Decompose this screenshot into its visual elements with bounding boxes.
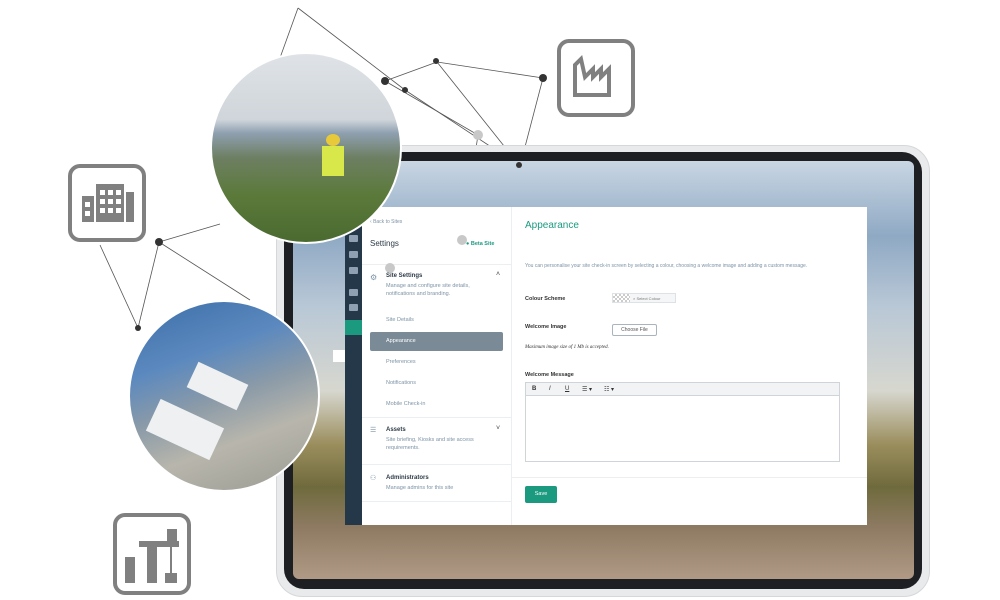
section-description: Manage and configure site details, notif… bbox=[386, 283, 470, 297]
chevron-down-icon[interactable]: ˅ bbox=[496, 425, 500, 432]
loading-dock-trucks-photo bbox=[128, 300, 320, 492]
section-heading: Appearance bbox=[525, 220, 579, 231]
choose-file-button[interactable]: Choose File bbox=[612, 324, 657, 336]
network-node bbox=[457, 235, 467, 245]
admins-icon: ⚇ bbox=[370, 475, 377, 482]
chevron-up-icon[interactable]: ˄ bbox=[496, 271, 500, 278]
image-size-note: Maximum image size of 1 Mb is accepted. bbox=[525, 345, 609, 350]
welcome-image-label: Welcome Image bbox=[525, 324, 567, 330]
page-title: Settings bbox=[370, 239, 399, 248]
back-to-sites-link[interactable]: ‹ Back to Sites bbox=[370, 219, 402, 225]
truck bbox=[145, 398, 225, 461]
bold-button[interactable]: B bbox=[532, 386, 536, 392]
section-title: Assets bbox=[386, 427, 406, 433]
construction-crane-icon bbox=[113, 513, 191, 595]
editor-toolbar: B I U ☰ ▾ ☷ ▾ bbox=[525, 382, 840, 396]
network-node bbox=[433, 58, 439, 64]
mail-icon[interactable] bbox=[349, 267, 358, 274]
select-colour-text: Select Colour bbox=[636, 295, 661, 301]
section-title: Administrators bbox=[386, 475, 429, 481]
chart-icon[interactable] bbox=[349, 251, 358, 258]
building-icon[interactable] bbox=[349, 304, 358, 311]
numbered-list-button[interactable]: ☷ ▾ bbox=[604, 386, 614, 393]
truck bbox=[186, 361, 249, 411]
network-node bbox=[473, 130, 483, 140]
colour-scheme-label: Colour Scheme bbox=[525, 296, 566, 302]
nav-item-label: Appearance bbox=[386, 338, 416, 344]
appearance-panel: Appearance You can personalise your site… bbox=[512, 207, 867, 525]
network-node bbox=[402, 87, 408, 93]
hard-hat bbox=[326, 134, 340, 146]
network-node bbox=[155, 238, 163, 246]
welcome-message-label: Welcome Message bbox=[525, 372, 574, 378]
section-description: Site briefing, Kiosks and site access re… bbox=[386, 437, 474, 451]
underline-button[interactable]: U bbox=[565, 386, 569, 392]
transparent-swatch bbox=[613, 294, 630, 302]
list-icon: ☰ bbox=[370, 427, 377, 434]
site-badge-text: Beta Site bbox=[470, 241, 495, 247]
back-link-text: Back to Sites bbox=[373, 219, 403, 225]
italic-button[interactable]: I bbox=[549, 386, 551, 392]
network-node bbox=[539, 74, 547, 82]
nav-item-mobile-check-in[interactable]: Mobile Check-in bbox=[386, 401, 425, 407]
section-description: Manage admins for this site bbox=[386, 485, 454, 491]
nav-item-site-details[interactable]: Site Details bbox=[386, 317, 414, 323]
nav-rail bbox=[345, 207, 362, 525]
nav-item-appearance[interactable]: Appearance bbox=[370, 332, 503, 351]
settings-sidebar: ‹ Back to Sites Settings ● Beta Site ⚙ S… bbox=[362, 207, 512, 525]
network-node bbox=[516, 162, 522, 168]
welcome-message-editor[interactable] bbox=[525, 396, 840, 462]
solar-farm-worker-photo bbox=[210, 52, 402, 244]
save-button[interactable]: Save bbox=[525, 486, 557, 503]
site-badge[interactable]: ● Beta Site bbox=[466, 241, 494, 247]
dashboard-icon[interactable] bbox=[349, 235, 358, 242]
person-icon[interactable] bbox=[349, 289, 358, 296]
nav-item-preferences[interactable]: Preferences bbox=[386, 359, 416, 365]
gear-icon: ⚙ bbox=[370, 273, 378, 282]
colour-picker[interactable]: × Select Colour bbox=[612, 293, 676, 303]
bullet-list-button[interactable]: ☰ ▾ bbox=[582, 386, 592, 393]
section-title: Site Settings bbox=[386, 273, 423, 279]
network-node bbox=[381, 77, 389, 85]
intro-text: You can personalise your site check-in s… bbox=[525, 263, 808, 269]
network-node bbox=[135, 325, 141, 331]
office-building-icon bbox=[68, 164, 146, 242]
factory-icon bbox=[557, 39, 635, 117]
worker-vest bbox=[322, 146, 344, 176]
location-icon[interactable] bbox=[345, 320, 362, 335]
nav-item-notifications[interactable]: Notifications bbox=[386, 380, 416, 386]
network-node bbox=[385, 263, 395, 273]
